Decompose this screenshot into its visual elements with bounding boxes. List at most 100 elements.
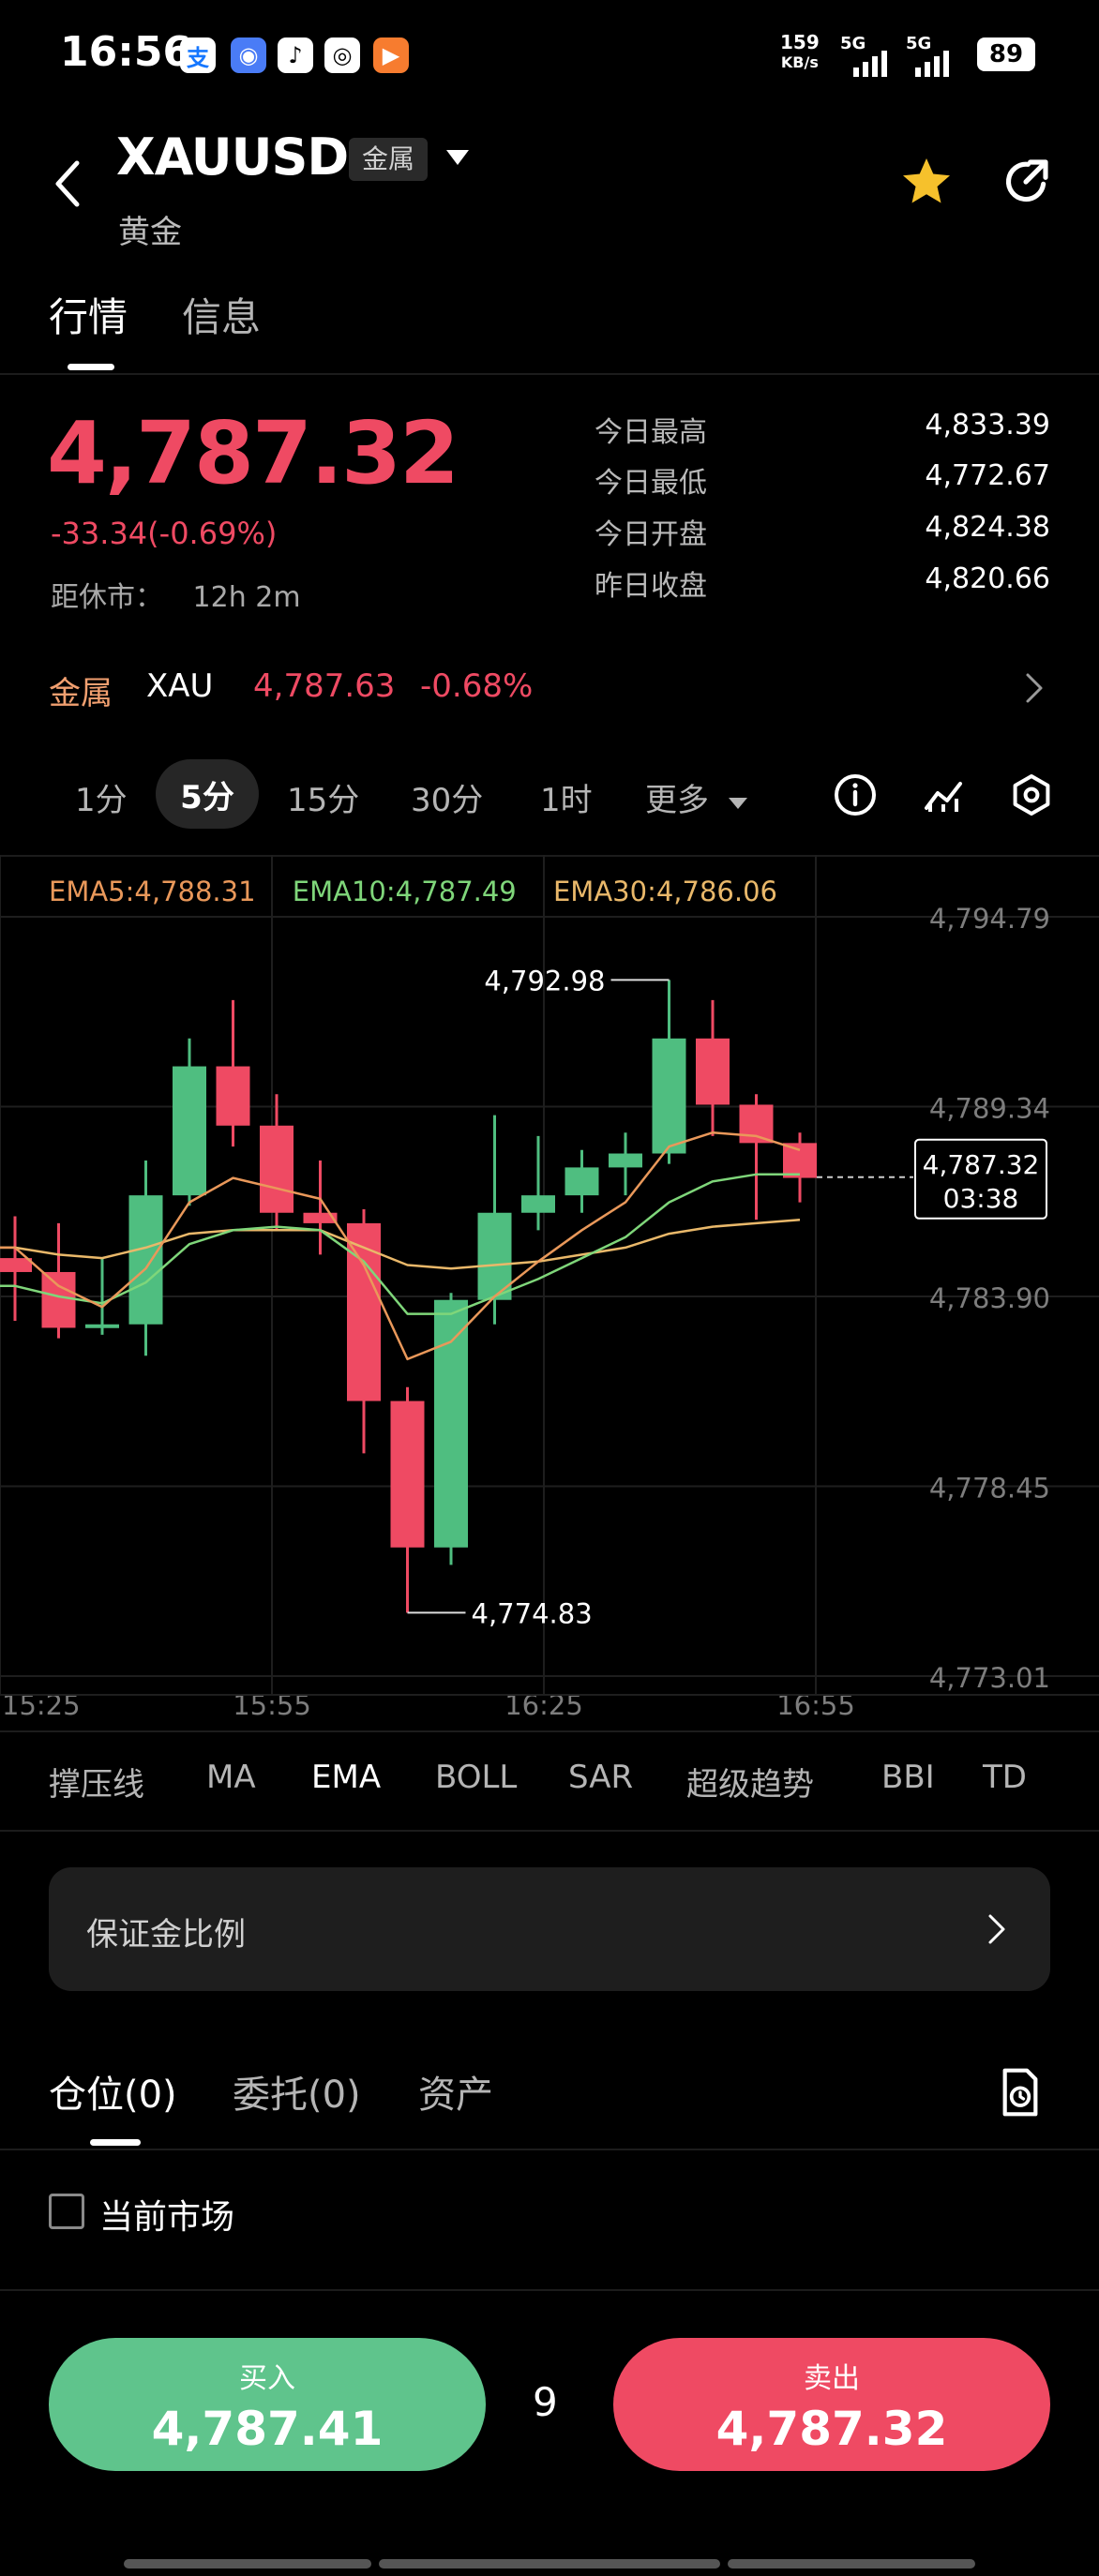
candle-body-up [652, 1038, 686, 1154]
stat-value-prev-close: 4,820.66 [925, 562, 1050, 595]
indicator-support-resistance[interactable]: 撑压线 [49, 1759, 144, 1805]
candle-body-down [41, 1271, 76, 1328]
more-label: 更多 [645, 782, 709, 819]
candle-body-up [521, 1195, 555, 1213]
current-market-checkbox[interactable] [49, 2194, 84, 2229]
symbol-dropdown-icon[interactable] [444, 148, 471, 167]
indicator-bottom-divider [0, 1830, 1099, 1832]
timeframe-5m[interactable]: 5分 [156, 759, 259, 829]
symbol-title: XAUUSD [116, 127, 349, 187]
candle-body-down [260, 1125, 294, 1213]
position-tab-indicator [90, 2139, 141, 2146]
nav-bar-segment [124, 2559, 371, 2569]
stat-value-open: 4,824.38 [925, 511, 1050, 544]
chart-settings-icon[interactable] [1009, 772, 1054, 817]
share-icon[interactable] [1000, 156, 1052, 208]
category-badge: 金属 [349, 138, 429, 181]
candle-body-down [0, 1258, 32, 1272]
divider [0, 373, 1099, 375]
buy-button[interactable]: 买入 4,787.41 [49, 2338, 486, 2471]
candle-body-up [173, 1066, 206, 1196]
market-close-countdown: 距休市： 12h 2m [51, 574, 301, 615]
candle-body-up [434, 1299, 468, 1548]
indicator-boll[interactable]: BOLL [435, 1759, 517, 1796]
back-arrow-icon[interactable] [49, 157, 86, 210]
y-tick-label: 4,789.34 [929, 1093, 1050, 1125]
current-market-label: 当前市场 [99, 2198, 235, 2237]
tiktok-icon: ♪ [278, 37, 313, 73]
buy-price: 4,787.41 [151, 2402, 384, 2456]
net-speed: 159 KB/s [780, 31, 820, 71]
indicator-sar[interactable]: SAR [568, 1759, 633, 1796]
y-tick-label: 4,773.01 [929, 1662, 1050, 1694]
candle-body-down [739, 1104, 774, 1144]
stat-value-high: 4,833.39 [925, 409, 1050, 442]
tab-assets[interactable]: 资产 [418, 2064, 493, 2119]
related-metal-row[interactable]: 金属 XAU 4,787.63 -0.68% [0, 647, 1099, 731]
timeframe-15m[interactable]: 15分 [287, 774, 359, 820]
indicator-ma[interactable]: MA [206, 1759, 256, 1796]
candle-body-down [696, 1038, 730, 1105]
indicator-settings-icon[interactable] [921, 772, 966, 817]
margin-ratio-row[interactable]: 保证金比例 [49, 1867, 1050, 1991]
nav-bar-segment [379, 2559, 720, 2569]
stat-label-open: 今日开盘 [595, 518, 707, 551]
tab-positions[interactable]: 仓位(0) [49, 2064, 177, 2119]
candle-body-up [85, 1324, 119, 1328]
tab-orders[interactable]: 委托(0) [233, 2064, 361, 2119]
stat-label-high: 今日最高 [595, 416, 707, 449]
close-time: 12h 2m [192, 581, 301, 614]
buy-label: 买入 [239, 2362, 295, 2395]
ema30-line [0, 1218, 801, 1270]
favorite-star-icon[interactable] [898, 154, 955, 210]
metal-code: XAU [146, 667, 214, 705]
last-price-label: 4,787.32 [923, 1149, 1040, 1180]
high-annotation-label: 4,792.98 [484, 965, 605, 996]
low-annotation-label: 4,774.83 [472, 1597, 593, 1629]
tab-info[interactable]: 信息 [182, 286, 261, 343]
metal-price: 4,787.63 [253, 667, 396, 705]
info-icon[interactable] [833, 772, 878, 817]
candle-body-down [216, 1066, 250, 1126]
indicator-bbi[interactable]: BBI [881, 1759, 935, 1796]
nav-bar-segment [728, 2559, 975, 2569]
indicator-supertrend[interactable]: 超级趋势 [686, 1759, 814, 1805]
y-tick-label: 4,778.45 [929, 1473, 1050, 1505]
y-tick-label: 4,783.90 [929, 1282, 1050, 1314]
video-app-icon: ▶ [373, 37, 409, 73]
tab-indicator [68, 364, 114, 370]
signal-icon [853, 51, 887, 77]
sell-price: 4,787.32 [715, 2402, 948, 2456]
trade-divider [0, 2289, 1099, 2291]
more-dropdown-icon [728, 798, 747, 809]
status-bar: 16:56 支 ◉ ♪ ◎ ▶ 159 KB/s 5G 5G 89 [0, 0, 1099, 112]
instrument-name: 黄金 [118, 214, 182, 251]
metal-change: -0.68% [420, 667, 534, 705]
metal-category: 金属 [49, 675, 113, 712]
timeframe-30m[interactable]: 30分 [411, 774, 483, 820]
battery-indicator: 89 [977, 37, 1035, 71]
y-tick-label: 4,794.79 [929, 903, 1050, 935]
price-change: -33.34(-0.69%) [51, 516, 278, 551]
sell-button[interactable]: 卖出 4,787.32 [613, 2338, 1050, 2471]
candle-body-down [390, 1400, 425, 1548]
tab-market[interactable]: 行情 [49, 286, 128, 343]
order-history-icon[interactable] [998, 2066, 1043, 2119]
alipay-icon: 支 [180, 37, 216, 73]
timeframe-1h[interactable]: 1时 [540, 774, 593, 820]
lot-size[interactable]: 9 [533, 2379, 558, 2425]
timeframe-1m[interactable]: 1分 [75, 774, 128, 820]
current-price: 4,787.32 [47, 403, 459, 503]
candle-body-up [609, 1153, 642, 1168]
timeframe-more[interactable]: 更多 [645, 774, 749, 820]
stat-label-low: 今日最低 [595, 467, 707, 500]
indicator-ema[interactable]: EMA [311, 1759, 381, 1796]
dq-app-icon: ◎ [324, 37, 360, 73]
candlestick-chart[interactable]: 4,794.79 4,789.34 4,783.90 4,778.45 4,773.01… [0, 855, 1099, 1736]
clock: 16:56 [60, 28, 192, 76]
stat-value-low: 4,772.67 [925, 459, 1050, 492]
sell-label: 卖出 [804, 2362, 860, 2395]
ema10-line [0, 1173, 800, 1315]
indicator-td[interactable]: TD [983, 1759, 1027, 1796]
positions-divider [0, 2149, 1099, 2150]
